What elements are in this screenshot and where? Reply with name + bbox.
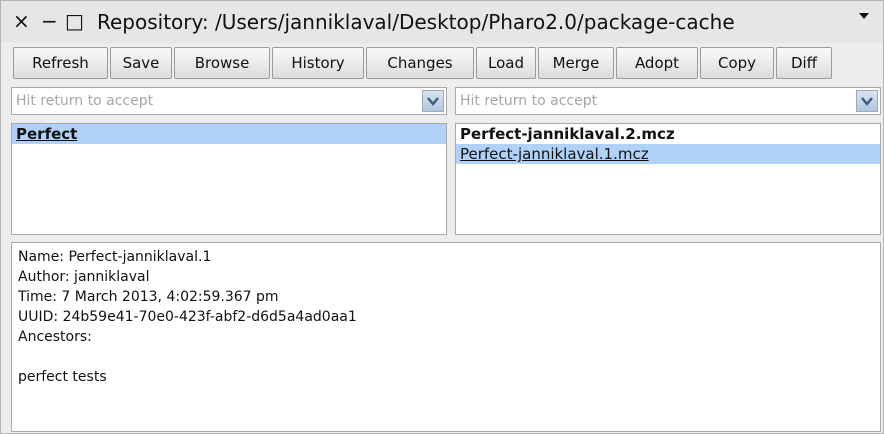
version-filter-dropdown[interactable] (856, 90, 878, 112)
load-button[interactable]: Load (476, 47, 536, 79)
chevron-down-icon (427, 97, 439, 106)
version-filter-field[interactable] (455, 87, 881, 115)
list-item[interactable]: Perfect (12, 124, 446, 144)
package-filter-dropdown[interactable] (422, 90, 444, 112)
refresh-button[interactable]: Refresh (13, 47, 108, 79)
info-message: perfect tests (18, 369, 107, 385)
minimize-icon[interactable]: − (41, 9, 58, 33)
info-blank-line (18, 347, 874, 367)
maximize-icon[interactable]: □ (65, 9, 84, 33)
info-ancestors: Ancestors: (18, 329, 92, 345)
history-button[interactable]: History (272, 47, 364, 79)
list-item[interactable]: Perfect-janniklaval.2.mcz (456, 124, 880, 144)
browse-button[interactable]: Browse (174, 47, 270, 79)
info-uuid: UUID: 24b59e41-70e0-423f-abf2-d6d5a4ad0a… (18, 309, 357, 325)
package-list[interactable]: Perfect (11, 123, 447, 235)
chevron-down-icon (861, 97, 873, 106)
repository-window: × − □ Repository: /Users/janniklaval/Des… (0, 0, 884, 434)
package-filter-field[interactable] (11, 87, 447, 115)
title-bar[interactable]: × − □ Repository: /Users/janniklaval/Des… (1, 1, 883, 43)
window-title: Repository: /Users/janniklaval/Desktop/P… (97, 10, 735, 34)
info-author: Author: janniklaval (18, 269, 150, 285)
list-item[interactable]: Perfect-janniklaval.1.mcz (456, 144, 880, 164)
version-filter-input[interactable] (460, 91, 850, 111)
version-info-text[interactable]: Name: Perfect-janniklaval.1 Author: jann… (11, 242, 881, 432)
adopt-button[interactable]: Adopt (616, 47, 698, 79)
merge-button[interactable]: Merge (538, 47, 614, 79)
close-icon[interactable]: × (13, 9, 30, 33)
copy-button[interactable]: Copy (700, 47, 774, 79)
info-time: Time: 7 March 2013, 4:02:59.367 pm (18, 289, 279, 305)
triangle-down-icon[interactable] (859, 13, 869, 19)
package-filter-input[interactable] (16, 91, 406, 111)
toolbar: Refresh Save Browse History Changes Load… (13, 47, 832, 81)
diff-button[interactable]: Diff (776, 47, 832, 79)
save-button[interactable]: Save (110, 47, 172, 79)
version-list[interactable]: Perfect-janniklaval.2.mcz Perfect-jannik… (455, 123, 881, 235)
info-name: Name: Perfect-janniklaval.1 (18, 249, 212, 265)
changes-button[interactable]: Changes (366, 47, 474, 79)
